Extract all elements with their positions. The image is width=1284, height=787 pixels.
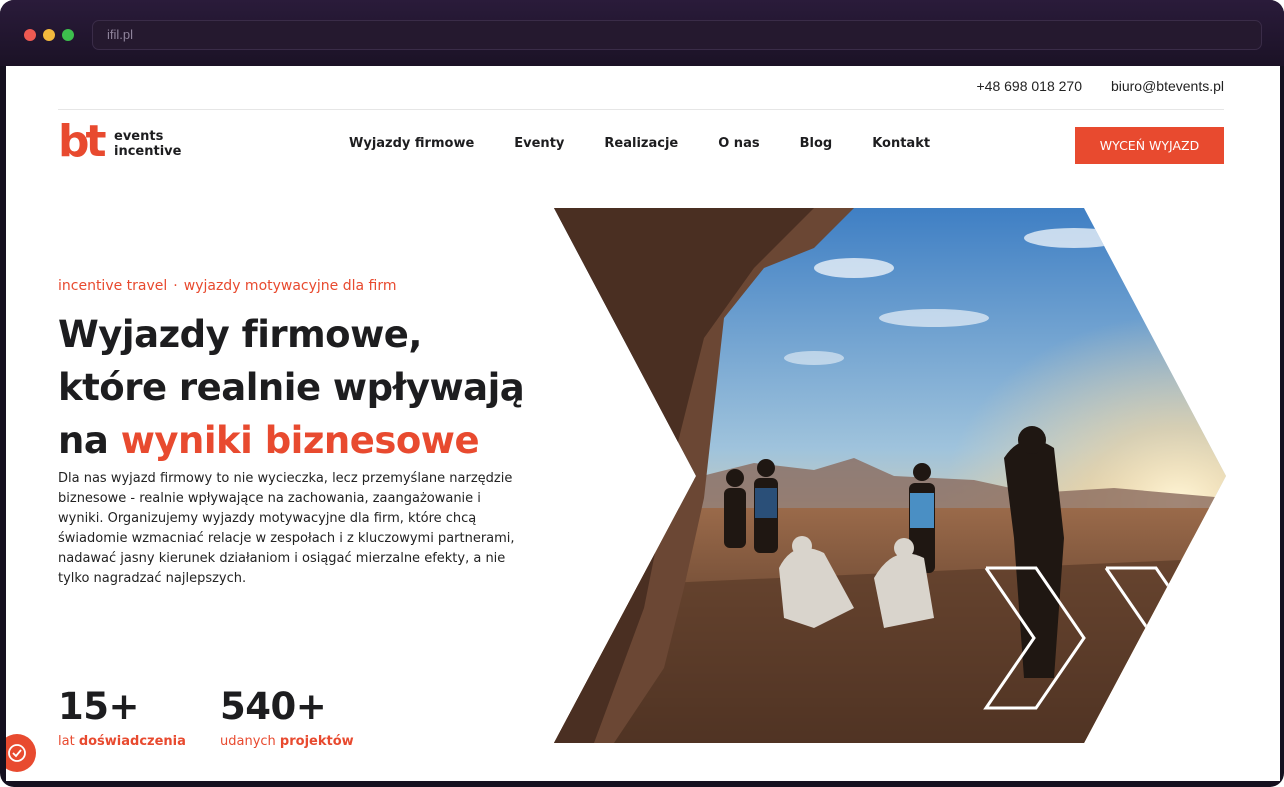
contact-phone-link[interactable]: +48 698 018 270 bbox=[977, 78, 1083, 94]
stat-projects-value: 540+ bbox=[220, 685, 327, 728]
maximize-window-button[interactable] bbox=[62, 29, 74, 41]
eyebrow-separator: · bbox=[173, 278, 178, 294]
hero-lead-paragraph: Dla nas wyjazd firmowy to nie wycieczka,… bbox=[58, 471, 515, 586]
address-bar-url: ifil.pl bbox=[107, 27, 134, 42]
cookie-settings-icon bbox=[8, 744, 26, 762]
stat-experience-label-bold: doświadczenia bbox=[78, 734, 186, 749]
stat-experience: 15+ lat doświadczenia bbox=[58, 685, 186, 750]
hero-eyebrow: incentive travel · wyjazdy motywacyjne dla… bbox=[58, 278, 397, 294]
stat-experience-label: lat doświadczenia bbox=[58, 734, 186, 749]
nav-item-o-nas[interactable]: O nas bbox=[718, 136, 759, 151]
nav-item-realizacje[interactable]: Realizacje bbox=[604, 136, 678, 151]
stat-projects-label-plain: udanych bbox=[220, 734, 280, 749]
web-page: +48 698 018 270 biuro@btevents.pl bt eve… bbox=[6, 66, 1280, 781]
minimize-window-button[interactable] bbox=[43, 29, 55, 41]
nav-item-kontakt[interactable]: Kontakt bbox=[872, 136, 930, 151]
browser-window: ifil.pl +48 698 018 270 biuro@btevents.p… bbox=[0, 0, 1284, 787]
stat-projects-label: udanych projektów bbox=[220, 734, 354, 749]
main-nav: Wyjazdy firmowe Eventy Realizacje O nas … bbox=[349, 136, 930, 151]
nav-item-eventy[interactable]: Eventy bbox=[514, 136, 564, 151]
stat-projects-label-bold: projektów bbox=[279, 734, 354, 749]
browser-chrome: ifil.pl bbox=[0, 0, 1284, 66]
cookie-settings-button[interactable] bbox=[6, 734, 36, 772]
hero-title-line-2: które realnie wpływają bbox=[58, 366, 525, 409]
hero-title-accent: wyniki biznesowe bbox=[120, 419, 480, 462]
close-window-button[interactable] bbox=[24, 29, 36, 41]
contact-bar: +48 698 018 270 biuro@btevents.pl bbox=[58, 66, 1224, 110]
stat-experience-label-plain: lat bbox=[58, 734, 79, 749]
logo-mark: bt bbox=[58, 116, 106, 167]
quote-trip-button[interactable]: WYCEŃ WYJAZD bbox=[1075, 127, 1224, 164]
contact-email-link[interactable]: biuro@btevents.pl bbox=[1111, 78, 1224, 94]
nav-item-wyjazdy-firmowe[interactable]: Wyjazdy firmowe bbox=[349, 136, 474, 151]
hero-title: Wyjazdy firmowe, które realnie wpływają … bbox=[58, 308, 558, 467]
address-bar[interactable]: ifil.pl bbox=[92, 20, 1262, 50]
stat-projects: 540+ udanych projektów bbox=[220, 685, 354, 750]
site-logo[interactable]: bt events incentive bbox=[58, 120, 188, 166]
eyebrow-motivational-trips: wyjazdy motywacyjne dla firm bbox=[183, 278, 397, 294]
hero-photo bbox=[554, 208, 1226, 743]
eyebrow-incentive-travel: incentive travel bbox=[58, 278, 168, 294]
logo-line-events: events bbox=[114, 129, 164, 144]
hero-title-line-3-prefix: na bbox=[58, 419, 121, 462]
stat-experience-value: 15+ bbox=[58, 685, 139, 728]
logo-line-incentive: incentive bbox=[114, 144, 182, 159]
nav-item-blog[interactable]: Blog bbox=[800, 136, 833, 151]
hero-title-line-1: Wyjazdy firmowe, bbox=[58, 313, 422, 356]
